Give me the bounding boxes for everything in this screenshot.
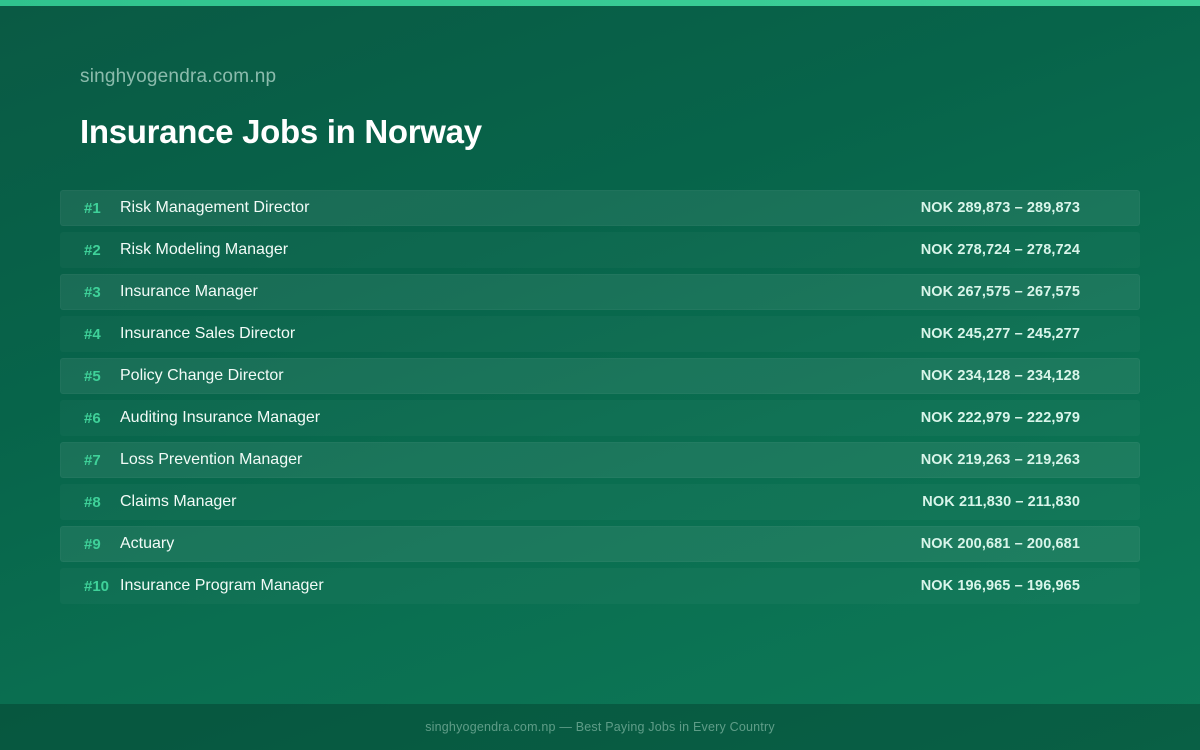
job-row: #5 Policy Change Director NOK 234,128 – … xyxy=(60,358,1140,394)
job-row: #1 Risk Management Director NOK 289,873 … xyxy=(60,190,1140,226)
footer: singhyogendra.com.np — Best Paying Jobs … xyxy=(0,704,1200,750)
job-row: #9 Actuary NOK 200,681 – 200,681 xyxy=(60,526,1140,562)
job-rank: #5 xyxy=(84,367,101,385)
job-list: #1 Risk Management Director NOK 289,873 … xyxy=(60,190,1140,610)
job-title: Claims Manager xyxy=(120,493,237,510)
job-title: Insurance Program Manager xyxy=(120,577,324,594)
site-name: singhyogendra.com.np xyxy=(80,66,277,87)
job-title: Actuary xyxy=(120,535,175,552)
job-rank: #4 xyxy=(84,325,101,343)
job-rank: #8 xyxy=(84,493,101,511)
job-rank: #1 xyxy=(84,199,101,217)
job-row: #10 Insurance Program Manager NOK 196,96… xyxy=(60,568,1140,604)
job-rank: #9 xyxy=(84,535,101,553)
job-title: Insurance Manager xyxy=(120,283,258,300)
job-salary: NOK 289,873 – 289,873 xyxy=(920,200,1080,216)
job-salary: NOK 245,277 – 245,277 xyxy=(920,326,1080,342)
job-row: #8 Claims Manager NOK 211,830 – 211,830 xyxy=(60,484,1140,520)
job-rank: #10 xyxy=(84,577,110,595)
job-row: #6 Auditing Insurance Manager NOK 222,97… xyxy=(60,400,1140,436)
page-title: Insurance Jobs in Norway xyxy=(80,113,482,150)
job-rank: #3 xyxy=(84,283,101,301)
job-rank: #2 xyxy=(84,241,101,259)
job-title: Risk Management Director xyxy=(120,199,310,216)
job-rank: #7 xyxy=(84,451,101,469)
job-row: #2 Risk Modeling Manager NOK 278,724 – 2… xyxy=(60,232,1140,268)
job-title: Loss Prevention Manager xyxy=(120,451,303,468)
job-title: Auditing Insurance Manager xyxy=(120,409,321,426)
job-salary: NOK 211,830 – 211,830 xyxy=(922,494,1080,510)
job-row: #3 Insurance Manager NOK 267,575 – 267,5… xyxy=(60,274,1140,310)
job-row: #7 Loss Prevention Manager NOK 219,263 –… xyxy=(60,442,1140,478)
job-title: Risk Modeling Manager xyxy=(120,241,289,258)
job-salary: NOK 234,128 – 234,128 xyxy=(920,368,1080,384)
job-row: #4 Insurance Sales Director NOK 245,277 … xyxy=(60,316,1140,352)
job-salary: NOK 219,263 – 219,263 xyxy=(920,452,1080,468)
job-title: Insurance Sales Director xyxy=(120,325,296,342)
job-salary: NOK 278,724 – 278,724 xyxy=(920,242,1080,258)
job-salary: NOK 196,965 – 196,965 xyxy=(920,578,1080,594)
job-title: Policy Change Director xyxy=(120,367,284,384)
top-accent-bar xyxy=(0,0,1200,6)
job-rank: #6 xyxy=(84,409,101,427)
job-salary: NOK 222,979 – 222,979 xyxy=(920,410,1080,426)
job-salary: NOK 267,575 – 267,575 xyxy=(920,284,1080,300)
job-salary: NOK 200,681 – 200,681 xyxy=(920,536,1080,552)
footer-text: singhyogendra.com.np — Best Paying Jobs … xyxy=(425,720,775,734)
